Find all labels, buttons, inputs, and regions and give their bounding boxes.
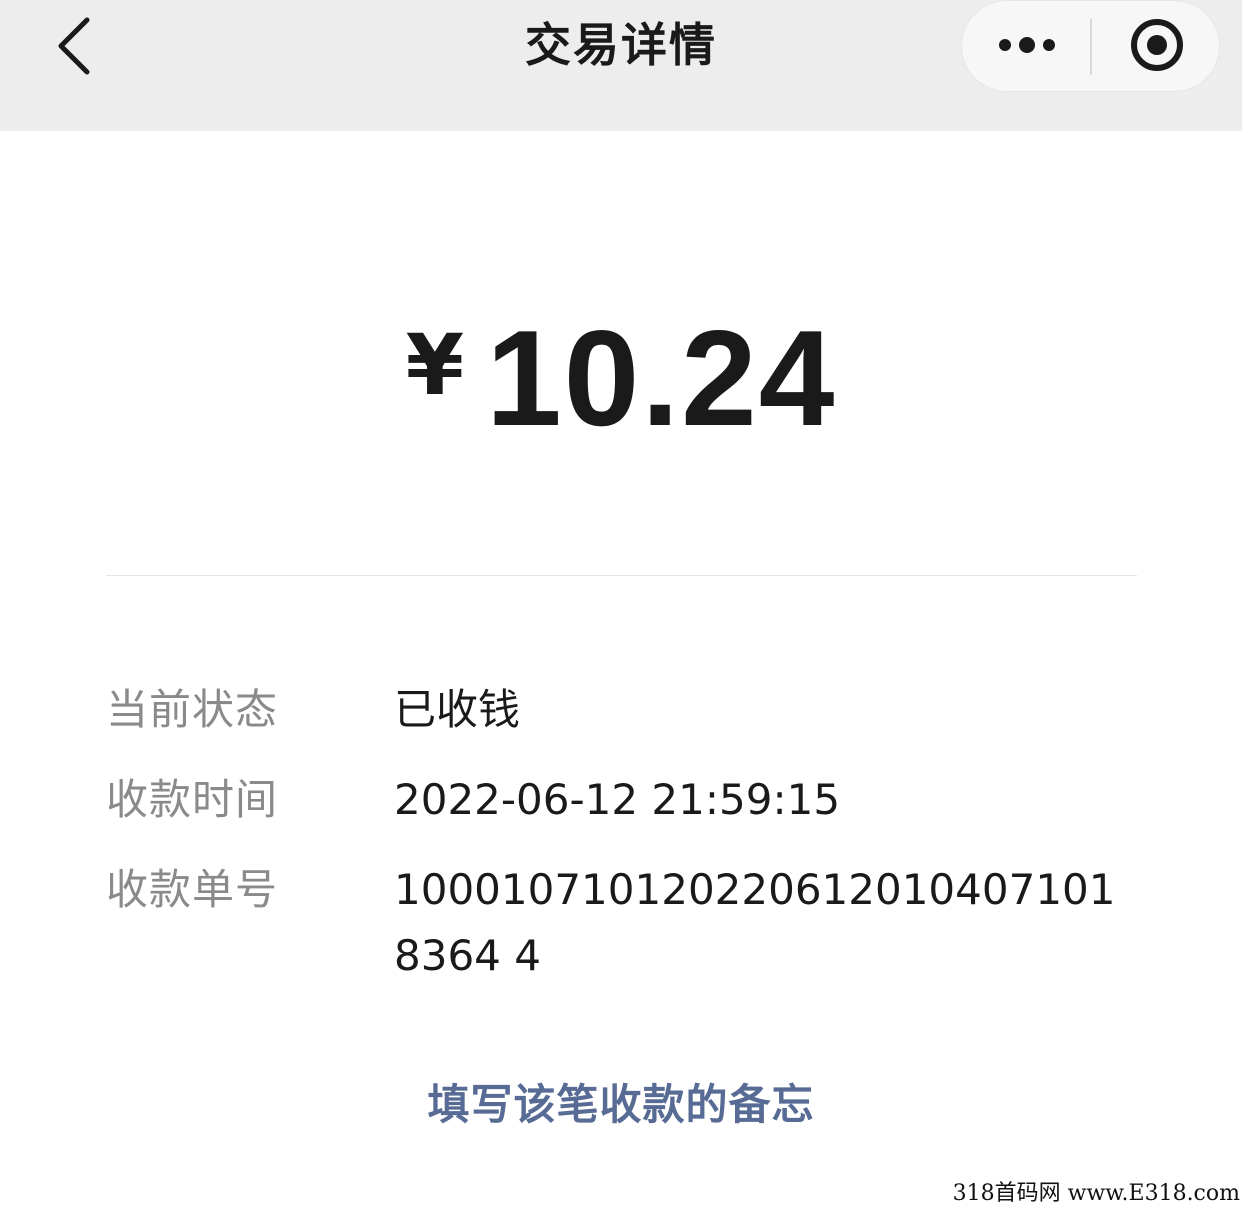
section-divider <box>106 575 1137 576</box>
amount-value: 10.24 <box>486 302 837 454</box>
status-label: 当前状态 <box>106 685 279 734</box>
more-dots-icon <box>997 35 1057 59</box>
transaction-amount: ¥10.24 <box>0 310 1242 446</box>
add-memo-link[interactable]: 填写该笔收款的备忘 <box>0 1074 1242 1136</box>
receive-time-label: 收款时间 <box>106 775 279 824</box>
receive-time-value: 2022-06-12 21:59:15 <box>394 775 841 824</box>
transaction-detail-page: 交易详情 ¥ 10.24 当前状态 已收钱 收款时间 2022-06-12 21… <box>0 0 1242 1213</box>
navigation-bar: 交易详情 <box>0 0 1242 131</box>
order-number-value: 1000107101202206120104071018364 4 <box>394 865 1116 980</box>
status-value: 已收钱 <box>394 685 521 734</box>
order-number-label: 收款单号 <box>106 865 279 914</box>
more-button[interactable] <box>962 1 1091 93</box>
close-mini-program-button[interactable] <box>1092 1 1221 93</box>
watermark-text: 318首码网 www.E318.com <box>928 1175 1240 1213</box>
mini-program-capsule <box>961 0 1220 92</box>
target-close-icon <box>1129 17 1185 77</box>
currency-symbol: ¥ <box>405 316 465 414</box>
